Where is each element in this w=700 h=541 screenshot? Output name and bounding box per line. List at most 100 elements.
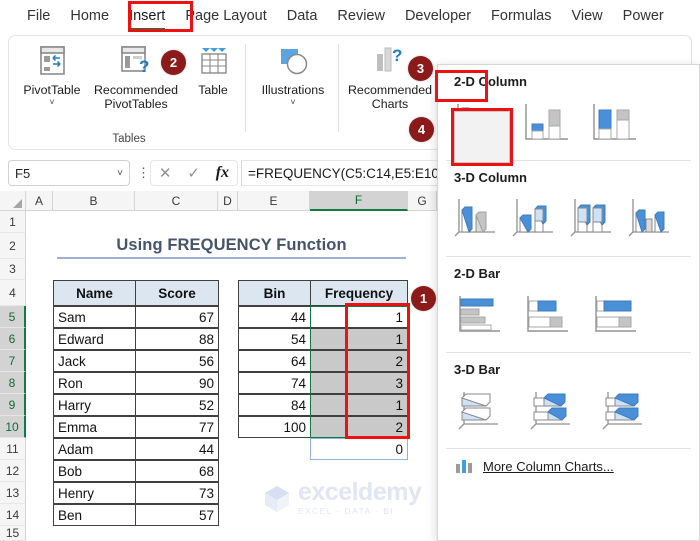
more-column-charts-label: More Column Charts... — [483, 458, 614, 474]
table-cell-bin[interactable]: 54 — [238, 328, 311, 350]
row-header-11[interactable]: 11 — [0, 438, 26, 460]
table-cell-name[interactable]: Jack — [53, 350, 136, 372]
right-table-header-frequency[interactable]: Frequency — [310, 280, 408, 306]
row-header-13[interactable]: 13 — [0, 482, 26, 504]
row-header-9[interactable]: 9 — [0, 394, 26, 416]
row-header-6[interactable]: 6 — [0, 328, 26, 350]
column-header-C[interactable]: C — [135, 191, 218, 211]
column-header-B[interactable]: B — [53, 191, 135, 211]
gallery-item-stacked-column[interactable] — [516, 95, 576, 150]
table-cell-name[interactable]: Emma — [53, 416, 136, 438]
gallery-item-3d-100-percent-stacked-bar[interactable] — [592, 383, 656, 438]
gallery-item-100-percent-stacked-column[interactable] — [584, 95, 644, 150]
table-cell-bin[interactable]: 74 — [238, 372, 311, 394]
ribbon-tab-power[interactable]: Power — [614, 4, 673, 29]
gallery-item-3d-stacked-bar[interactable] — [520, 383, 584, 438]
row-header-7[interactable]: 7 — [0, 350, 26, 372]
column-header-G[interactable]: G — [408, 191, 437, 211]
right-table-header-bin[interactable]: Bin — [238, 280, 311, 306]
confirm-icon[interactable]: ✓ — [187, 164, 200, 182]
ribbon-tab-file[interactable]: File — [18, 4, 59, 29]
table-cell-score[interactable]: 44 — [135, 438, 219, 460]
column-header-E[interactable]: E — [238, 191, 310, 211]
table-cell-frequency[interactable]: 1 — [310, 306, 408, 328]
gallery-item-3d-stacked-column[interactable] — [506, 191, 562, 246]
left-table-header-name[interactable]: Name — [53, 280, 136, 306]
table-cell-name[interactable]: Henry — [53, 482, 136, 504]
ribbon-tab-view[interactable]: View — [562, 4, 611, 29]
chevron-down-icon[interactable]: ˅ — [290, 97, 295, 106]
table-cell-score[interactable]: 68 — [135, 460, 219, 482]
table-cell-score[interactable]: 56 — [135, 350, 219, 372]
table-cell-name[interactable]: Bob — [53, 460, 136, 482]
chevron-down-icon[interactable]: ˅ — [117, 168, 123, 179]
ribbon-group-label-tables: Tables — [112, 133, 146, 145]
table-cell-score[interactable]: 88 — [135, 328, 219, 350]
cancel-icon[interactable]: ✕ — [159, 164, 172, 182]
table-cell-frequency[interactable]: 2 — [310, 350, 408, 372]
row-header-15[interactable]: 15 — [0, 526, 26, 541]
ribbon-tab-data[interactable]: Data — [278, 4, 327, 29]
table-cell-score[interactable]: 57 — [135, 504, 219, 526]
row-header-2[interactable]: 2 — [0, 233, 26, 259]
table-cell-bin[interactable]: 100 — [238, 416, 311, 438]
gallery-item-clustered-bar[interactable] — [448, 287, 508, 342]
gallery-item-3d-clustered-column[interactable] — [448, 191, 504, 246]
formula-bar-options-icon[interactable]: ⋮ — [137, 165, 150, 181]
step-badge-4: 4 — [409, 117, 434, 142]
step-badge-label: 1 — [419, 291, 428, 306]
gallery-item-stacked-bar[interactable] — [516, 287, 576, 342]
frequency-overflow-cell[interactable]: 0 — [310, 438, 408, 460]
column-header-D[interactable]: D — [218, 191, 238, 211]
table-cell-name[interactable]: Ben — [53, 504, 136, 526]
row-header-10[interactable]: 10 — [0, 416, 26, 438]
row-header-12[interactable]: 12 — [0, 460, 26, 482]
table-cell-score[interactable]: 67 — [135, 306, 219, 328]
name-box[interactable]: F5 ˅ — [8, 160, 130, 186]
gallery-item-3d-100-percent-stacked-column[interactable] — [564, 191, 620, 246]
ribbon-tab-formulas[interactable]: Formulas — [482, 4, 560, 29]
column-header-A[interactable]: A — [26, 191, 53, 211]
table-cell-bin[interactable]: 44 — [238, 306, 311, 328]
table-cell-frequency[interactable]: 2 — [310, 416, 408, 438]
recommended-charts-icon: ? — [370, 44, 410, 80]
ribbon-tab-review[interactable]: Review — [328, 4, 394, 29]
row-header-8[interactable]: 8 — [0, 372, 26, 394]
gallery-item-3d-column[interactable] — [622, 191, 678, 246]
row-header-14[interactable]: 14 — [0, 504, 26, 526]
table-cell-name[interactable]: Adam — [53, 438, 136, 460]
row-header-3[interactable]: 3 — [0, 259, 26, 280]
table-cell-frequency[interactable]: 1 — [310, 328, 408, 350]
table-cell-frequency[interactable]: 3 — [310, 372, 408, 394]
table-cell-bin[interactable]: 64 — [238, 350, 311, 372]
ribbon-tab-label: File — [27, 7, 51, 24]
pivot-table-button[interactable]: PivotTable ˅ — [16, 36, 88, 112]
chevron-down-icon[interactable]: ˅ — [49, 97, 54, 106]
left-table-header-score[interactable]: Score — [135, 280, 219, 306]
more-column-charts-menu-item[interactable]: More Column Charts... — [438, 449, 699, 483]
row-header-4[interactable]: 4 — [0, 280, 26, 306]
gallery-item-3d-clustered-bar[interactable] — [448, 383, 512, 438]
insert-function-icon[interactable]: fx — [216, 164, 229, 182]
table-cell-name[interactable]: Ron — [53, 372, 136, 394]
table-cell-score[interactable]: 52 — [135, 394, 219, 416]
column-header-F[interactable]: F — [310, 191, 408, 211]
ribbon-tab-insert[interactable]: Insert — [120, 4, 174, 31]
table-cell-score[interactable]: 90 — [135, 372, 219, 394]
table-cell-score[interactable]: 73 — [135, 482, 219, 504]
table-cell-name[interactable]: Edward — [53, 328, 136, 350]
row-header-5[interactable]: 5 — [0, 306, 26, 328]
table-cell-bin[interactable]: 84 — [238, 394, 311, 416]
ribbon-tab-page-layout[interactable]: Page Layout — [176, 4, 275, 29]
ribbon-tab-home[interactable]: Home — [61, 4, 118, 29]
gallery-item-100-percent-stacked-bar[interactable] — [584, 287, 644, 342]
table-cell-name[interactable]: Harry — [53, 394, 136, 416]
table-cell-frequency[interactable]: 1 — [310, 394, 408, 416]
illustrations-button[interactable]: Illustrations ˅ — [249, 36, 337, 106]
ribbon-tab-developer[interactable]: Developer — [396, 4, 480, 29]
table-button[interactable]: Table — [184, 36, 242, 112]
select-all-corner[interactable] — [0, 191, 26, 211]
table-cell-score[interactable]: 77 — [135, 416, 219, 438]
row-header-1[interactable]: 1 — [0, 211, 26, 233]
table-cell-name[interactable]: Sam — [53, 306, 136, 328]
